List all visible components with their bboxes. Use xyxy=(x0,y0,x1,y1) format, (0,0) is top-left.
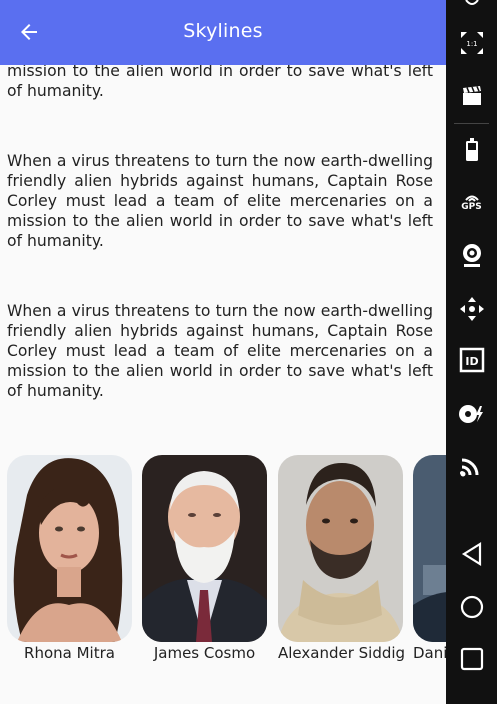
cast-name: James Cosmo xyxy=(153,644,256,662)
clapperboard-icon[interactable] xyxy=(446,84,497,108)
page-title: Skylines xyxy=(183,20,263,42)
gps-icon[interactable]: GPS xyxy=(446,188,497,216)
cast-photo xyxy=(413,455,446,642)
description-paragraph: When a virus threatens to turn the now e… xyxy=(7,152,433,250)
cast-card[interactable]: Alexander Siddig xyxy=(278,455,406,662)
camera-icon[interactable] xyxy=(446,242,497,270)
recents-square-icon[interactable] xyxy=(446,645,497,673)
cast-photo xyxy=(7,455,132,642)
gps-label: GPS xyxy=(461,202,482,212)
emulator-side-toolbar: 1:1 GPS ID xyxy=(446,0,497,704)
scale-label: 1:1 xyxy=(466,40,477,48)
media-flash-icon[interactable] xyxy=(446,402,497,426)
id-card-icon[interactable]: ID xyxy=(446,346,497,374)
cast-photo xyxy=(278,455,403,642)
cast-name: Rhona Mitra xyxy=(24,644,115,662)
description-list: When a virus threatens to turn the now e… xyxy=(0,65,446,401)
movie-details-scroll[interactable]: When a virus threatens to turn the now e… xyxy=(0,65,446,704)
cast-name: Alexander Siddig xyxy=(278,644,406,662)
app-screen: Skylines When a virus threatens to turn … xyxy=(0,0,446,704)
toolbar-top-icon[interactable] xyxy=(446,0,497,8)
cast-name: Dani xyxy=(413,644,446,662)
description-paragraph: When a virus threatens to turn the now e… xyxy=(7,65,433,100)
fit-screen-icon[interactable]: 1:1 xyxy=(446,30,497,56)
id-label: ID xyxy=(465,355,478,368)
back-triangle-icon[interactable] xyxy=(446,540,497,568)
cast-card[interactable]: Rhona Mitra xyxy=(7,455,132,662)
move-arrows-icon[interactable] xyxy=(446,296,497,322)
cast-photo xyxy=(142,455,267,642)
cast-carousel[interactable]: Rhona Mitra James Cosmo Alexander Siddig… xyxy=(7,455,446,665)
battery-icon[interactable] xyxy=(446,137,497,163)
home-circle-icon[interactable] xyxy=(446,593,497,621)
toolbar-divider xyxy=(454,123,489,124)
app-bar: Skylines xyxy=(0,0,446,65)
cast-card[interactable]: James Cosmo xyxy=(142,455,267,662)
cast-icon[interactable] xyxy=(446,452,497,478)
cast-card[interactable]: Dani xyxy=(413,455,446,662)
description-paragraph: When a virus threatens to turn the now e… xyxy=(7,302,433,400)
